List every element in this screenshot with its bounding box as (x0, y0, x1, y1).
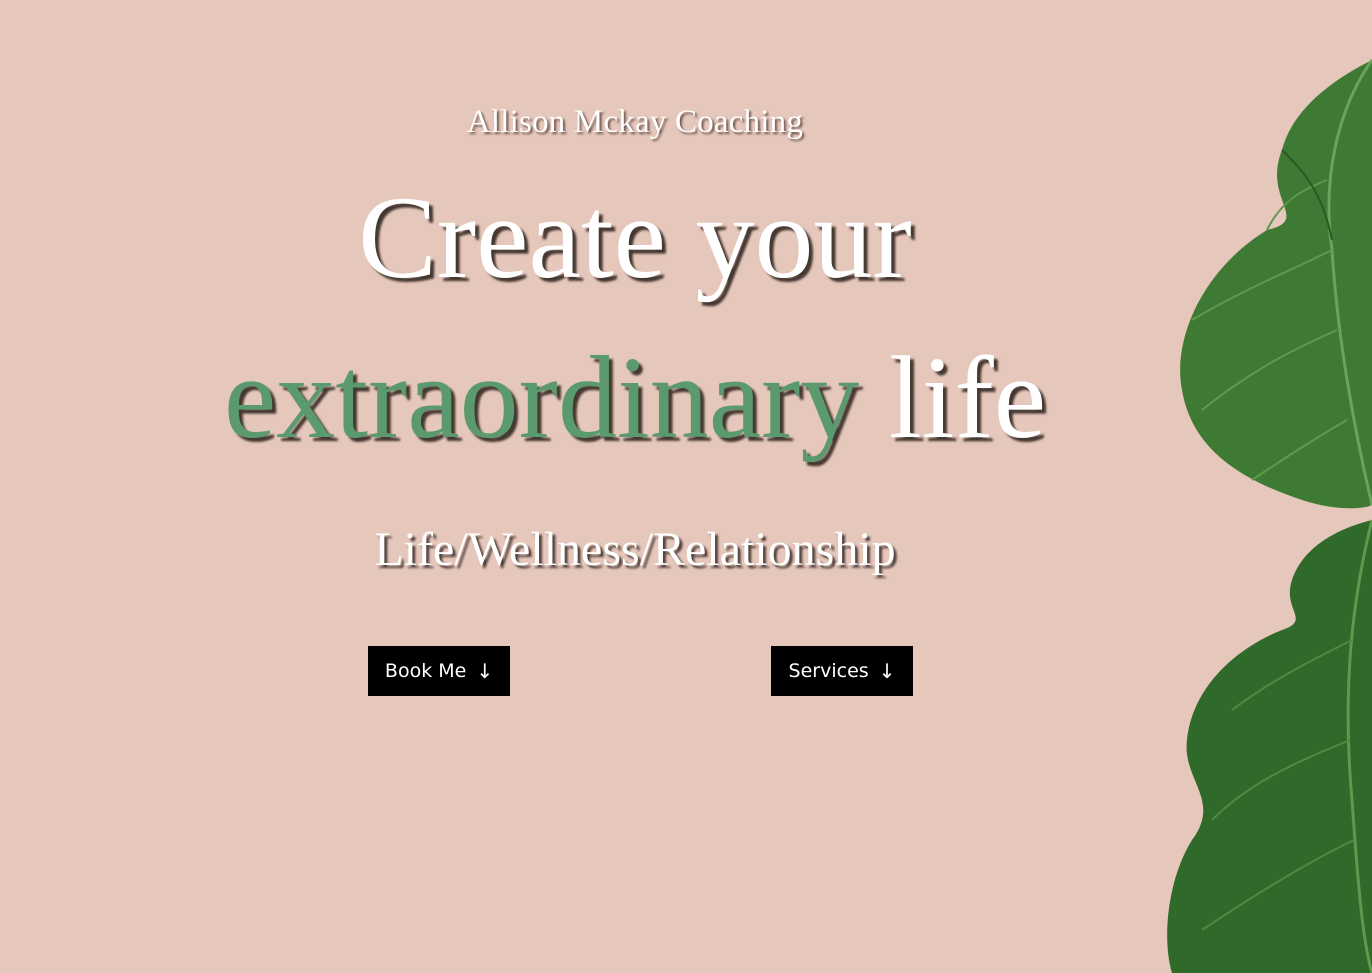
headline-accent-word: extraordinary (223, 332, 860, 463)
tagline: Life/Wellness/Relationship (374, 523, 896, 576)
headline-end-word: life (888, 332, 1047, 463)
headline-line-2: extraordinary life (0, 328, 1270, 468)
brand-name: Allison Mckay Coaching (466, 104, 804, 140)
book-me-button[interactable]: Book Me ↓ (368, 646, 510, 696)
hero-section: Allison Mckay Coaching Create your extra… (0, 0, 1372, 973)
book-me-label: Book Me (384, 660, 467, 682)
arrow-down-icon: ↓ (878, 659, 896, 683)
monstera-leaf-image (1167, 59, 1372, 973)
services-label: Services (788, 660, 869, 682)
services-button[interactable]: Services ↓ (771, 646, 913, 696)
arrow-down-icon: ↓ (476, 659, 494, 683)
headline-line-1: Create your (358, 172, 912, 303)
